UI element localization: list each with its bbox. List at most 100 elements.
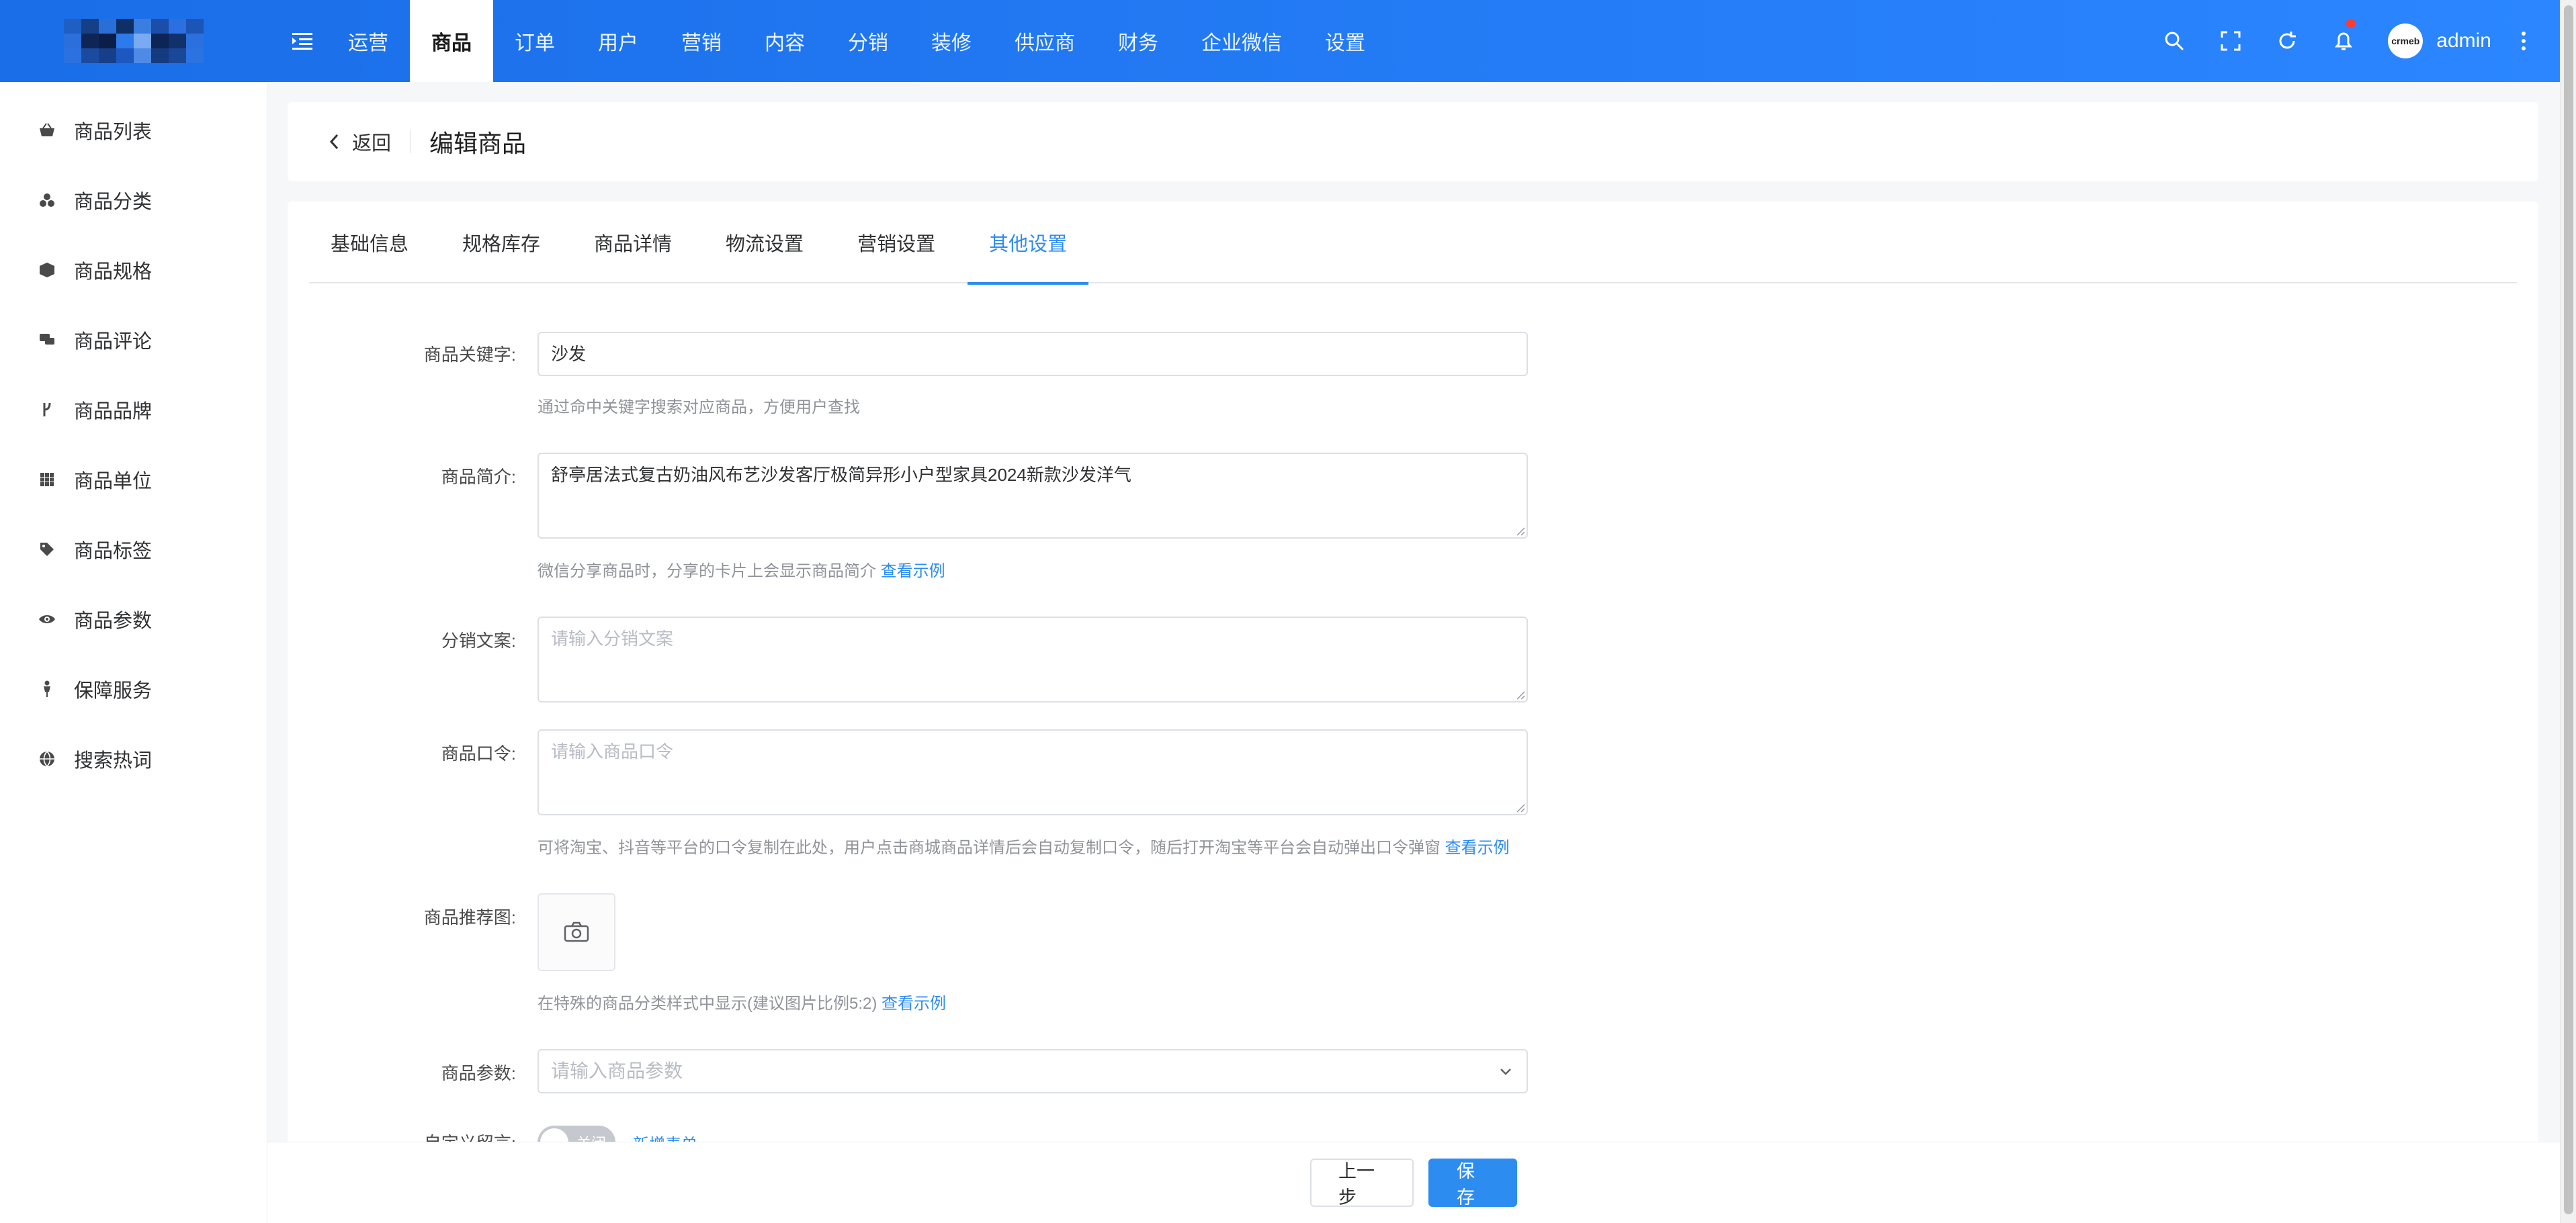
nav-item-settings[interactable]: 设置: [1303, 0, 1387, 82]
sidebar-item-product-category[interactable]: 商品分类: [0, 165, 267, 235]
search-icon[interactable]: [2146, 0, 2202, 82]
sidebar-item-label: 商品标签: [74, 541, 153, 562]
distribution-placeholder: 请输入分销文案: [551, 629, 674, 649]
nav-item-distribution[interactable]: 分销: [826, 0, 910, 82]
avatar-text: crmeb: [2391, 36, 2420, 46]
top-navbar: 运营 商品 订单 用户 营销 内容 分销 装修 供应商 财务 企业微信 设置 c…: [0, 0, 2560, 82]
sidebar-item-product-unit[interactable]: 商品单位: [0, 445, 267, 514]
edit-form-card: 基础信息 规格库存 商品详情 物流设置 营销设置 其他设置 商品关键字: 沙发 …: [288, 201, 2538, 1148]
chevron-left-icon: [329, 134, 339, 150]
nav-item-user[interactable]: 用户: [576, 0, 660, 82]
avatar: crmeb: [2388, 24, 2423, 58]
back-button[interactable]: 返回: [329, 128, 391, 156]
intro-value: 舒亭居法式复古奶油风布艺沙发客厅极简异形小户型家具2024新款沙发洋气: [551, 465, 1131, 485]
menu-collapse-icon[interactable]: [282, 32, 323, 50]
recommend-image-upload[interactable]: [538, 893, 615, 971]
nav-item-finance[interactable]: 财务: [1097, 0, 1180, 82]
service-icon: [38, 680, 56, 698]
page-title: 编辑商品: [429, 130, 527, 157]
keyword-label: 商品关键字:: [423, 345, 516, 365]
tag-icon: [38, 540, 56, 559]
command-textarea[interactable]: 请输入商品口令: [538, 729, 1528, 815]
intro-hint-text: 微信分享商品时，分享的卡片上会显示商品简介: [538, 562, 876, 580]
intro-example-link[interactable]: 查看示例: [881, 562, 945, 580]
nav-item-supplier[interactable]: 供应商: [993, 0, 1097, 82]
logo-image: [64, 19, 204, 63]
form-footer: 上一步 保存: [267, 1142, 2560, 1223]
notification-badge: [2345, 17, 2358, 30]
sidebar-item-label: 商品分类: [74, 191, 153, 213]
sidebar-item-product-params[interactable]: 商品参数: [0, 584, 267, 654]
fullscreen-icon[interactable]: [2202, 0, 2259, 82]
command-example-link[interactable]: 查看示例: [1445, 839, 1510, 857]
sidebar: 商品列表 商品分类 商品规格 商品评论 商品品牌 商品单位 商品标签 商品参数 …: [0, 82, 267, 1223]
page-header: 返回 编辑商品: [288, 102, 2538, 181]
sidebar-item-label: 商品单位: [74, 471, 153, 492]
cube-icon: [38, 261, 56, 279]
sidebar-item-guarantee-service[interactable]: 保障服务: [0, 654, 267, 724]
keyword-input[interactable]: 沙发: [538, 332, 1528, 376]
notification-bell-icon[interactable]: [2315, 0, 2372, 82]
chevron-down-icon: [1500, 1069, 1511, 1075]
sidebar-item-label: 商品规格: [74, 261, 153, 283]
sidebar-item-product-list[interactable]: 商品列表: [0, 95, 267, 165]
intro-textarea[interactable]: 舒亭居法式复古奶油风布艺沙发客厅极简异形小户型家具2024新款沙发洋气: [538, 453, 1528, 539]
command-hint-text: 可将淘宝、抖音等平台的口令复制在此处，用户点击商城商品详情后会自动复制口令，随后…: [538, 839, 1441, 857]
recommend-image-hint-text: 在特殊的商品分类样式中显示(建议图片比例5:2): [538, 995, 877, 1013]
sidebar-item-product-spec[interactable]: 商品规格: [0, 235, 267, 305]
sidebar-item-product-brand[interactable]: 商品品牌: [0, 375, 267, 445]
keyword-value: 沙发: [551, 344, 587, 364]
params-select[interactable]: 请输入商品参数: [538, 1049, 1528, 1093]
scrollbar-thumb[interactable]: [2564, 5, 2573, 1214]
camera-icon: [564, 921, 589, 942]
save-button[interactable]: 保存: [1428, 1159, 1517, 1208]
command-hint: 可将淘宝、抖音等平台的口令复制在此处，用户点击商城商品详情后会自动复制口令，随后…: [538, 834, 1510, 858]
resize-handle-icon[interactable]: [1513, 688, 1525, 700]
sidebar-item-label: 商品列表: [74, 122, 153, 143]
params-label: 商品参数:: [441, 1063, 516, 1083]
top-nav-menu: 运营 商品 订单 用户 营销 内容 分销 装修 供应商 财务 企业微信 设置: [327, 0, 1387, 82]
header-divider: [410, 130, 411, 153]
refresh-icon[interactable]: [2259, 0, 2315, 82]
nav-item-decoration[interactable]: 装修: [910, 0, 993, 82]
recommend-image-label: 商品推荐图:: [423, 907, 516, 927]
nav-item-marketing[interactable]: 营销: [660, 0, 743, 82]
more-vertical-icon[interactable]: [2505, 31, 2542, 51]
nav-item-content[interactable]: 内容: [743, 0, 826, 82]
recommend-image-hint: 在特殊的商品分类样式中显示(建议图片比例5:2) 查看示例: [538, 990, 946, 1013]
nav-item-wework[interactable]: 企业微信: [1180, 0, 1303, 82]
sidebar-item-product-tag[interactable]: 商品标签: [0, 514, 267, 584]
other-settings-form: 商品关键字: 沙发 通过命中关键字搜索对应商品，方便用户查找 商品简介: 舒亭居…: [288, 201, 2538, 1148]
sidebar-item-product-comment[interactable]: 商品评论: [0, 305, 267, 375]
sidebar-item-label: 商品品牌: [74, 401, 153, 422]
nav-item-operation[interactable]: 运营: [327, 0, 410, 82]
back-label: 返回: [352, 133, 392, 154]
resize-handle-icon[interactable]: [1513, 801, 1525, 813]
recommend-image-example-link[interactable]: 查看示例: [882, 995, 946, 1013]
resize-handle-icon[interactable]: [1513, 524, 1525, 536]
eye-icon: [38, 610, 56, 629]
page-scrollbar[interactable]: [2560, 0, 2576, 1223]
basket-icon: [38, 121, 56, 140]
command-placeholder: 请输入商品口令: [551, 741, 674, 762]
nav-item-product[interactable]: 商品: [410, 0, 493, 82]
nav-item-order[interactable]: 订单: [493, 0, 576, 82]
user-menu[interactable]: crmeb admin: [2388, 24, 2491, 58]
intro-hint: 微信分享商品时，分享的卡片上会显示商品简介 查看示例: [538, 557, 945, 581]
distribution-textarea[interactable]: 请输入分销文案: [538, 617, 1528, 703]
user-name: admin: [2436, 30, 2491, 52]
sidebar-item-label: 商品评论: [74, 331, 153, 353]
prev-step-button[interactable]: 上一步: [1310, 1159, 1414, 1208]
sidebar-item-label: 保障服务: [74, 680, 153, 702]
top-toolbar: crmeb admin: [2146, 0, 2560, 82]
category-icon: [38, 191, 56, 210]
distribution-label: 分销文案:: [441, 631, 516, 651]
globe-icon: [38, 750, 56, 768]
brand-icon: [38, 400, 56, 419]
grid-icon: [38, 470, 56, 489]
intro-label: 商品简介:: [441, 467, 516, 487]
logo[interactable]: [0, 0, 267, 82]
sidebar-item-search-hotwords[interactable]: 搜索热词: [0, 724, 267, 794]
keyword-hint: 通过命中关键字搜索对应商品，方便用户查找: [538, 398, 860, 416]
sidebar-item-label: 搜索热词: [74, 750, 153, 772]
